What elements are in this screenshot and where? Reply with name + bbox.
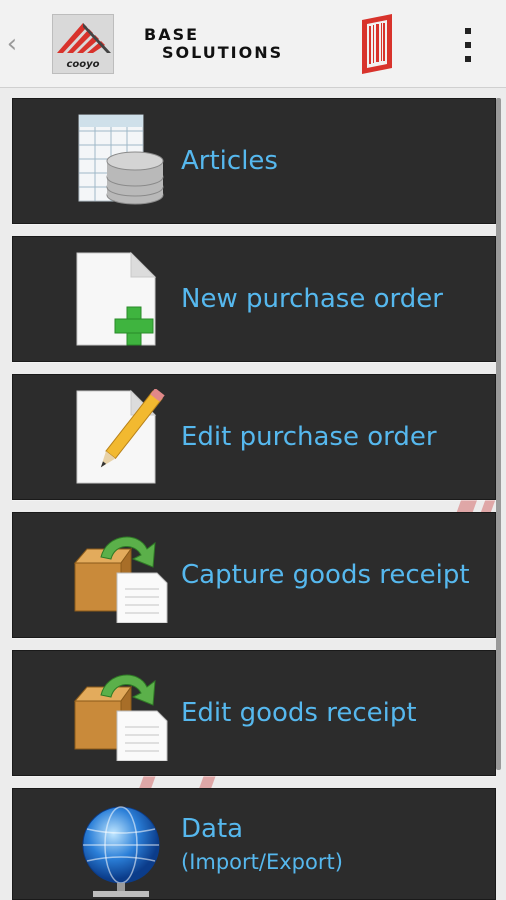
menu-item-new-purchase-order[interactable]: New purchase order [12, 236, 496, 362]
logo-text: cooyo [66, 59, 100, 70]
new-document-icon [76, 251, 157, 346]
database-table-icon [78, 114, 164, 205]
capture-goods-receipt-label: Capture goods receipt [181, 559, 470, 590]
brand-line-1: BASE [144, 25, 200, 44]
brand-line-2: SOLUTIONS [162, 43, 284, 62]
edit-document-icon [76, 389, 165, 484]
menu-item-data-import-export[interactable]: Data (Import/Export) [12, 788, 496, 900]
app-logo[interactable]: cooyo [52, 14, 114, 74]
brand-title: BASE SOLUTIONS [144, 26, 324, 66]
box-document-icon [73, 536, 168, 623]
menu-item-articles[interactable]: Articles [12, 98, 496, 224]
new-purchase-order-label: New purchase order [181, 283, 443, 314]
edit-purchase-order-label: Edit purchase order [181, 421, 437, 452]
menu-item-label: Articles [181, 99, 481, 223]
data-label: Data [181, 813, 244, 844]
menu-item-edit-purchase-order[interactable]: Edit purchase order [12, 374, 496, 500]
globe-network-icon [82, 806, 160, 897]
articles-label: Articles [181, 145, 278, 176]
menu-item-label: New purchase order [181, 237, 481, 361]
edit-goods-receipt-label: Edit goods receipt [181, 697, 417, 728]
logo-graphic [57, 23, 111, 53]
scrollbar[interactable] [496, 98, 501, 770]
chevron-left-icon[interactable]: ‹ [4, 30, 20, 58]
menu-item-label: Capture goods receipt [181, 513, 481, 637]
data-sublabel: (Import/Export) [181, 849, 343, 874]
barcode-icon [362, 14, 392, 74]
menu-item-label: Data (Import/Export) [181, 789, 481, 899]
overflow-menu-icon[interactable] [456, 28, 480, 62]
menu-item-capture-goods-receipt[interactable]: Capture goods receipt [12, 512, 496, 638]
box-document-icon [73, 674, 168, 761]
action-bar: ‹ cooyo BASE SOLUTIONS [0, 0, 506, 88]
menu-item-label: Edit goods receipt [181, 651, 481, 775]
menu-item-edit-goods-receipt[interactable]: Edit goods receipt [12, 650, 496, 776]
menu-item-label: Edit purchase order [181, 375, 481, 499]
